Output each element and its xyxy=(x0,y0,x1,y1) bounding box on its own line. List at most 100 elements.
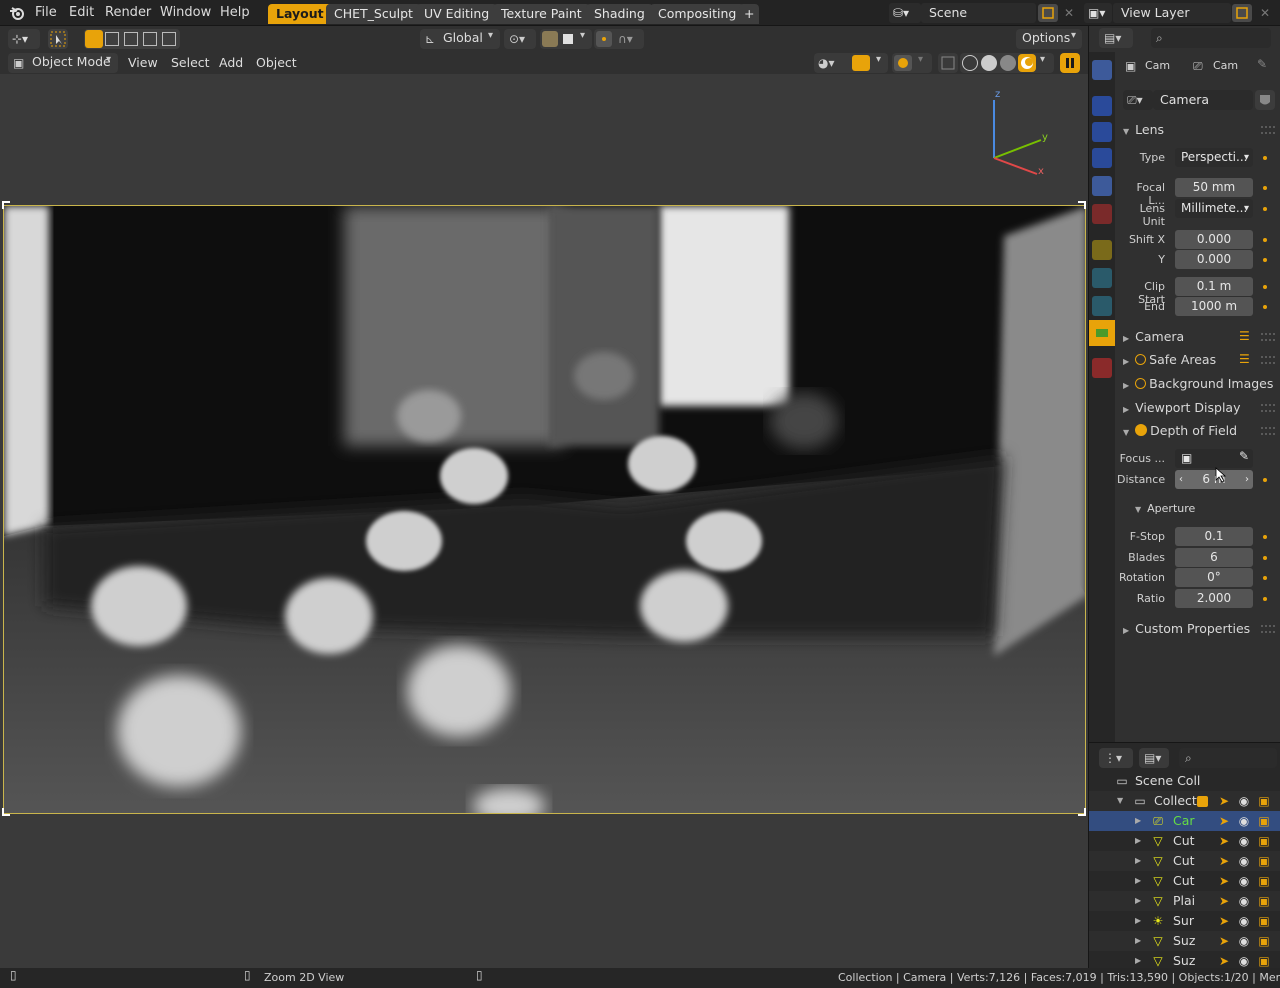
chevron-right-icon[interactable]: ▶ xyxy=(1135,931,1141,951)
wireframe-shading-icon[interactable] xyxy=(962,55,978,71)
keyframe-dot[interactable] xyxy=(1263,478,1267,482)
fake-user-icon[interactable] xyxy=(1255,90,1275,110)
select-arrow-icon[interactable]: ➤ xyxy=(1217,814,1231,828)
display-mode-dropdown[interactable]: ▤▾ xyxy=(1139,748,1169,768)
decrement-icon[interactable]: ‹ xyxy=(1179,470,1183,489)
render-camera-icon[interactable]: ▣ xyxy=(1257,874,1271,888)
properties-editor-type[interactable]: ▤▾ xyxy=(1099,28,1133,48)
chevron-right-icon[interactable]: ▶ xyxy=(1135,831,1141,851)
eye-icon[interactable]: ◉ xyxy=(1237,934,1251,948)
blades-field[interactable]: 6 xyxy=(1175,548,1253,567)
new-scene-icon[interactable] xyxy=(1038,4,1058,22)
drag-handle-icon[interactable] xyxy=(1261,427,1275,435)
eye-icon[interactable]: ◉ xyxy=(1237,914,1251,928)
menu-file[interactable]: File xyxy=(35,4,57,22)
properties-search-input[interactable]: ⌕ xyxy=(1151,28,1271,48)
rotation-field[interactable]: 0° xyxy=(1175,568,1253,587)
drag-handle-icon[interactable] xyxy=(1261,356,1275,364)
tab-uv-editing[interactable]: UV Editing xyxy=(416,4,498,24)
lens-unit-dropdown[interactable]: Millimete... ▾ xyxy=(1175,199,1253,218)
chevron-right-icon[interactable]: ▶ xyxy=(1135,811,1141,831)
keyframe-dot[interactable] xyxy=(1263,258,1267,262)
eye-icon[interactable]: ◉ xyxy=(1237,794,1251,808)
navigation-gizmo[interactable]: z y x xyxy=(975,88,1055,178)
texture-tab-icon[interactable] xyxy=(1092,358,1112,378)
select-extend-icon[interactable] xyxy=(105,32,119,46)
eye-icon[interactable]: ◉ xyxy=(1237,874,1251,888)
preset-list-icon[interactable]: ☰ xyxy=(1239,352,1250,366)
eye-icon[interactable]: ◉ xyxy=(1237,854,1251,868)
delete-scene-icon[interactable]: ✕ xyxy=(1060,4,1078,22)
visibility-icon[interactable]: ◕▾ xyxy=(818,56,835,70)
outliner-object-row[interactable]: ▶ ▽ Cut ➤ ◉ ▣ xyxy=(1089,871,1280,891)
view-layer-tab-icon[interactable] xyxy=(1092,148,1112,168)
outliner-object-row[interactable]: ▶ ▽ Cut ➤ ◉ ▣ xyxy=(1089,831,1280,851)
chevron-right-icon[interactable]: ▶ xyxy=(1135,911,1141,931)
menu-view[interactable]: View xyxy=(128,54,158,72)
select-arrow-icon[interactable]: ➤ xyxy=(1217,894,1231,908)
custom-properties-panel-header[interactable]: ▶ Custom Properties xyxy=(1123,621,1250,636)
select-arrow-icon[interactable]: ➤ xyxy=(1217,954,1231,968)
drag-handle-icon[interactable] xyxy=(1261,126,1275,134)
menu-add[interactable]: Add xyxy=(219,54,243,72)
3d-viewport[interactable]: z y x xyxy=(0,74,1088,968)
constraints-tab-icon[interactable] xyxy=(1092,296,1112,316)
fstop-field[interactable]: 0.1 xyxy=(1175,527,1253,546)
world-tab-icon[interactable] xyxy=(1092,204,1112,224)
snap-target-icon[interactable] xyxy=(563,34,573,44)
chevron-right-icon[interactable]: ▶ xyxy=(1135,871,1141,891)
outliner-object-row[interactable]: ▶ ▽ Plai ➤ ◉ ▣ xyxy=(1089,891,1280,911)
menu-edit[interactable]: Edit xyxy=(69,4,94,22)
focal-length-field[interactable]: 50 mm xyxy=(1175,178,1253,197)
gizmo-toggle-icon[interactable] xyxy=(852,55,870,71)
preset-list-icon[interactable]: ☰ xyxy=(1239,329,1250,343)
snap-toggle-icon[interactable] xyxy=(542,31,558,47)
add-workspace-button[interactable]: + xyxy=(739,4,760,24)
keyframe-dot[interactable] xyxy=(1263,576,1267,580)
select-invert-icon[interactable] xyxy=(143,32,157,46)
menu-render[interactable]: Render xyxy=(105,4,151,22)
select-arrow-icon[interactable]: ➤ xyxy=(1217,934,1231,948)
outliner-editor-type[interactable]: ⋮▾ xyxy=(1099,748,1133,768)
object-tab-icon[interactable] xyxy=(1092,240,1112,260)
render-camera-icon[interactable]: ▣ xyxy=(1257,814,1271,828)
outliner-object-row[interactable]: ▶ ▽ Suz ➤ ◉ ▣ xyxy=(1089,931,1280,951)
select-arrow-icon[interactable]: ➤ xyxy=(1217,854,1231,868)
clip-start-field[interactable]: 0.1 m xyxy=(1175,277,1253,296)
tab-chet-sculpt[interactable]: CHET_Sculpt xyxy=(326,4,421,24)
pin-icon[interactable]: ✎ xyxy=(1257,57,1267,71)
output-tab-icon[interactable] xyxy=(1092,122,1112,142)
scene-collection-row[interactable]: ▭ Scene Coll xyxy=(1089,771,1280,791)
scene-name-field[interactable]: Scene xyxy=(921,3,1036,23)
render-camera-icon[interactable]: ▣ xyxy=(1257,854,1271,868)
checkbox-icon[interactable] xyxy=(1197,796,1208,807)
falloff-icon[interactable]: ∩▾ xyxy=(618,32,633,46)
view-layer-icon[interactable]: ▣▾ xyxy=(1084,3,1112,23)
solid-shading-icon[interactable] xyxy=(981,55,997,71)
tool-tab-icon[interactable] xyxy=(1092,60,1112,80)
keyframe-dot[interactable] xyxy=(1263,285,1267,289)
render-camera-icon[interactable]: ▣ xyxy=(1257,934,1271,948)
drag-handle-icon[interactable] xyxy=(1261,404,1275,412)
select-arrow-icon[interactable]: ➤ xyxy=(1217,834,1231,848)
eyedropper-icon[interactable]: ✎ xyxy=(1239,449,1249,463)
depth-of-field-panel-header[interactable]: ▼ Depth of Field xyxy=(1123,423,1237,438)
toggle-off-icon[interactable] xyxy=(1135,354,1147,365)
modifiers-tab-icon[interactable] xyxy=(1092,268,1112,288)
rendered-shading-icon[interactable] xyxy=(1018,54,1036,72)
lens-type-dropdown[interactable]: Perspecti... ▾ xyxy=(1175,148,1253,167)
select-intersect-icon[interactable] xyxy=(162,32,176,46)
outliner-object-row[interactable]: ▶ ☀ Sur ➤ ◉ ▣ xyxy=(1089,911,1280,931)
blender-logo-icon[interactable] xyxy=(9,5,25,21)
tab-texture-paint[interactable]: Texture Paint xyxy=(493,4,590,24)
drag-handle-icon[interactable] xyxy=(1261,333,1275,341)
camera-data-name-field[interactable]: Camera xyxy=(1153,90,1253,110)
editor-type-button[interactable]: ⊹▾ xyxy=(8,29,40,49)
keyframe-dot[interactable] xyxy=(1263,186,1267,190)
tab-compositing[interactable]: Compositing xyxy=(650,4,745,24)
render-tab-icon[interactable] xyxy=(1092,96,1112,116)
viewport-display-panel-header[interactable]: ▶ Viewport Display xyxy=(1123,400,1241,415)
chevron-right-icon[interactable]: ▶ xyxy=(1135,851,1141,871)
collection-row[interactable]: ▼ ▭ Collect ➤ ◉ ▣ xyxy=(1089,791,1280,811)
chevron-down-icon[interactable]: ▼ xyxy=(1117,791,1123,811)
